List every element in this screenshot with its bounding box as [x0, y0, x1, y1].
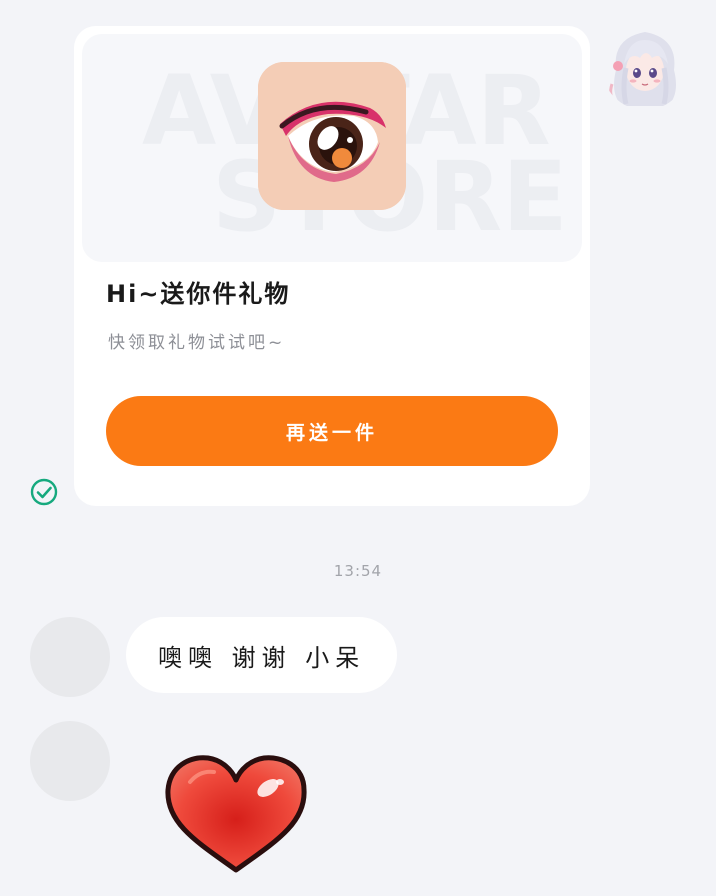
gift-subtitle: 快领取礼物试试吧~: [108, 333, 286, 353]
message-timestamp: 13:54: [333, 562, 383, 580]
gift-card-message[interactable]: AVATAR STORE Hi~送你件礼物 快: [74, 26, 590, 506]
resend-gift-button[interactable]: 再送一件: [106, 396, 558, 466]
self-avatar[interactable]: [602, 24, 688, 110]
red-heart-icon[interactable]: [160, 752, 312, 876]
gift-banner: AVATAR STORE: [82, 34, 582, 262]
anime-girl-avatar: [602, 24, 688, 110]
gift-title: Hi~送你件礼物: [106, 280, 291, 308]
message-bubble[interactable]: 噢噢 谢谢 小呆: [126, 617, 398, 693]
peer-avatar[interactable]: [30, 617, 110, 697]
peer-avatar[interactable]: [30, 721, 110, 801]
anime-eye-icon: [258, 62, 406, 210]
check-circle-icon: [30, 478, 58, 506]
